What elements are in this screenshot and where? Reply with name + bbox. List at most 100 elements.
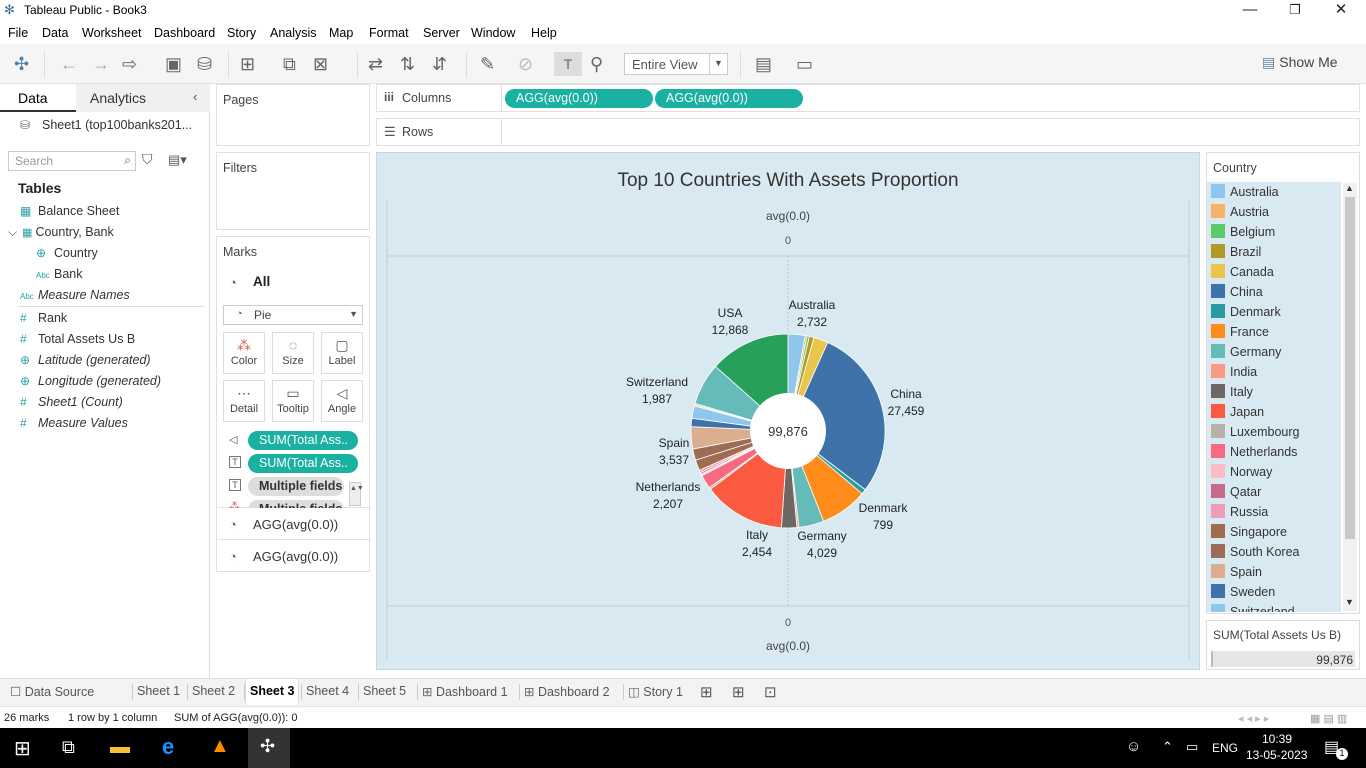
menu-worksheet[interactable]: Worksheet — [82, 26, 142, 40]
redo-icon[interactable]: → — [92, 54, 110, 74]
collapse-icon[interactable]: ‹ — [193, 89, 197, 104]
mark-type-dropdown[interactable]: ◔ Pie ▼ — [223, 305, 363, 325]
marks-field-pill[interactable]: Multiple fields — [248, 500, 344, 508]
windows-start-icon[interactable]: ⊞ — [14, 736, 31, 761]
scroll-up-icon[interactable]: ▲ — [1345, 183, 1354, 193]
field-item[interactable]: ⊕ Latitude (generated) — [20, 353, 151, 367]
sheet-tab[interactable]: ⊞ Dashboard 2 — [524, 684, 610, 699]
grid-view-icon[interactable]: ▦ ▤ ▥ — [1310, 712, 1347, 725]
sort-descending-icon[interactable]: ⇵ — [432, 54, 447, 74]
clock-time[interactable]: 10:39 — [1262, 732, 1292, 746]
chevron-up-icon[interactable]: ⌃ — [1162, 739, 1173, 755]
clock-date[interactable]: 13-05-2023 — [1246, 748, 1307, 762]
marks-size-button[interactable]: ◌ Size — [272, 332, 314, 374]
field-item[interactable]: # Sheet1 (Count) — [20, 395, 123, 409]
legend-item[interactable]: Russia — [1211, 504, 1268, 524]
marks-subcard[interactable]: AGG(avg(0.0)) — [253, 549, 338, 564]
file-explorer-icon[interactable]: ▬ — [110, 736, 130, 759]
language-indicator[interactable]: ENG — [1212, 741, 1238, 755]
new-story-tab-icon[interactable]: ⊡ — [764, 683, 777, 701]
marks-subcard[interactable]: AGG(avg(0.0)) — [253, 517, 338, 532]
undo-icon[interactable]: ← — [60, 54, 78, 74]
legend-list[interactable]: Australia Austria Belgium Brazil Canada China… — [1207, 182, 1341, 612]
duplicate-sheet-icon[interactable]: ⧉ — [283, 54, 296, 74]
fit-dropdown[interactable]: Entire View ▼ — [624, 53, 728, 75]
legend-item[interactable]: Denmark — [1211, 304, 1281, 324]
legend-item[interactable]: Sweden — [1211, 584, 1275, 604]
legend-item[interactable]: Germany — [1211, 344, 1281, 364]
menu-help[interactable]: Help — [531, 26, 557, 40]
legend-item[interactable]: Qatar — [1211, 484, 1261, 504]
presentation-icon[interactable]: ▭ — [796, 54, 813, 74]
scroll-down-icon[interactable]: ▼ — [1345, 597, 1354, 607]
color-legend[interactable]: Country Australia Austria Belgium Brazil Can… — [1206, 152, 1360, 614]
legend-item[interactable]: Brazil — [1211, 244, 1261, 264]
marks-field-pill[interactable]: SUM(Total Ass.. — [248, 454, 358, 473]
sheet-tab[interactable]: Sheet 2 — [192, 684, 235, 698]
sheet-tab[interactable]: ☐ Data Source — [10, 684, 94, 699]
network-icon[interactable]: ▭ — [1186, 739, 1198, 755]
size-legend[interactable]: SUM(Total Assets Us B) 99,876 — [1206, 620, 1360, 670]
group-icon[interactable]: ⊘ — [518, 54, 533, 74]
pages-shelf[interactable]: Pages — [216, 84, 370, 146]
menu-map[interactable]: Map — [329, 26, 353, 40]
sheet-tab[interactable]: ◫ Story 1 — [628, 684, 683, 699]
columns-shelf[interactable]: iii Columns AGG(avg(0.0)) AGG(avg(0.0)) — [376, 84, 1360, 112]
search-box[interactable]: Search ⌕ — [8, 151, 136, 171]
viz-canvas[interactable]: Top 10 Countries With Assets Proportion … — [376, 152, 1200, 670]
replay-icon[interactable]: ⇨ — [122, 54, 137, 74]
legend-item[interactable]: Japan — [1211, 404, 1264, 424]
filter-icon[interactable]: ⛉ — [142, 151, 153, 168]
column-pill[interactable]: AGG(avg(0.0)) — [505, 89, 653, 108]
swap-icon[interactable]: ⇄ — [368, 54, 383, 74]
pin-icon[interactable]: ⚲ — [590, 54, 603, 74]
task-view-icon[interactable]: ⧉ — [62, 737, 75, 758]
tab-analytics[interactable]: Analytics — [76, 84, 210, 112]
marks-tooltip-button[interactable]: ▭ Tooltip — [272, 380, 314, 422]
legend-scrollbar[interactable]: ▲ ▼ — [1343, 183, 1357, 611]
tab-data[interactable]: Data — [0, 84, 76, 112]
show-me-button[interactable]: ▤ Show Me — [1262, 54, 1338, 71]
legend-item[interactable]: India — [1211, 364, 1257, 384]
new-dashboard-tab-icon[interactable]: ⊞ — [732, 683, 745, 701]
menu-format[interactable]: Format — [369, 26, 409, 40]
sort-ascending-icon[interactable]: ⇅ — [400, 54, 415, 74]
field-item[interactable]: ⊕ Country — [36, 246, 98, 260]
view-options-icon[interactable]: ▤▾ — [168, 152, 187, 168]
clear-sheet-icon[interactable]: ⊠ — [313, 54, 328, 74]
highlight-icon[interactable]: ✎ — [480, 54, 495, 74]
field-item[interactable]: ⊕ Longitude (generated) — [20, 374, 161, 388]
tableau-taskbar-button[interactable]: ✣ — [248, 728, 290, 768]
column-pill[interactable]: AGG(avg(0.0)) — [655, 89, 803, 108]
marks-angle-button[interactable]: ◁ Angle — [321, 380, 363, 422]
show-labels-icon[interactable]: T — [554, 52, 582, 76]
field-item[interactable]: Abc Measure Names — [20, 288, 130, 302]
marks-label-button[interactable]: ▢ Label — [321, 332, 363, 374]
field-item[interactable]: # Rank — [20, 311, 67, 325]
field-item[interactable]: ⌵ ▦ Country, Bank — [8, 225, 114, 240]
sheet-tab[interactable]: ⊞ Dashboard 1 — [422, 684, 508, 699]
field-item[interactable]: # Total Assets Us B — [20, 332, 135, 346]
pie-chart[interactable]: Top 10 Countries With Assets Proportion … — [377, 153, 1199, 669]
legend-item[interactable]: France — [1211, 324, 1269, 344]
new-worksheet-icon[interactable]: ⊞ — [240, 54, 255, 74]
legend-item[interactable]: Luxembourg — [1211, 424, 1300, 444]
field-item[interactable]: ▦ Balance Sheet — [20, 204, 119, 218]
close-button[interactable]: ✕ — [1318, 0, 1364, 22]
legend-item[interactable]: China — [1211, 284, 1263, 304]
minimize-button[interactable]: — — [1227, 0, 1273, 22]
legend-item[interactable]: Belgium — [1211, 224, 1275, 244]
legend-item[interactable]: Austria — [1211, 204, 1269, 224]
legend-item[interactable]: Singapore — [1211, 524, 1287, 544]
legend-item[interactable]: Italy — [1211, 384, 1253, 404]
sheet-tab[interactable]: Sheet 1 — [137, 684, 180, 698]
menu-story[interactable]: Story — [227, 26, 256, 40]
vlc-icon[interactable]: ▲ — [210, 735, 230, 758]
legend-item[interactable]: Canada — [1211, 264, 1274, 284]
nav-arrows-icon[interactable]: ◂ ◂ ▸ ▸ — [1238, 712, 1269, 725]
menu-dashboard[interactable]: Dashboard — [154, 26, 215, 40]
marks-all-label[interactable]: All — [253, 274, 270, 289]
sheet-tab[interactable]: Sheet 5 — [363, 684, 406, 698]
datasource-name[interactable]: Sheet1 (top100banks201... — [42, 118, 192, 132]
edge-icon[interactable]: e — [162, 734, 174, 760]
